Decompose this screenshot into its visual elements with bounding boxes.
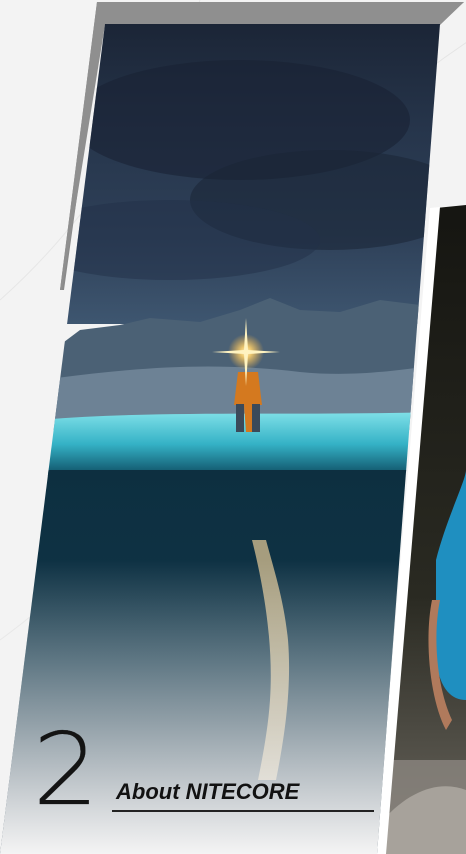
section-number: 2 (32, 711, 99, 828)
page: { "section": { "number": "2", "title": "… (0, 0, 466, 854)
caption-underline (112, 810, 374, 812)
section-caption: 2 About NITECORE (32, 719, 374, 830)
section-title[interactable]: About NITECORE (116, 779, 299, 805)
